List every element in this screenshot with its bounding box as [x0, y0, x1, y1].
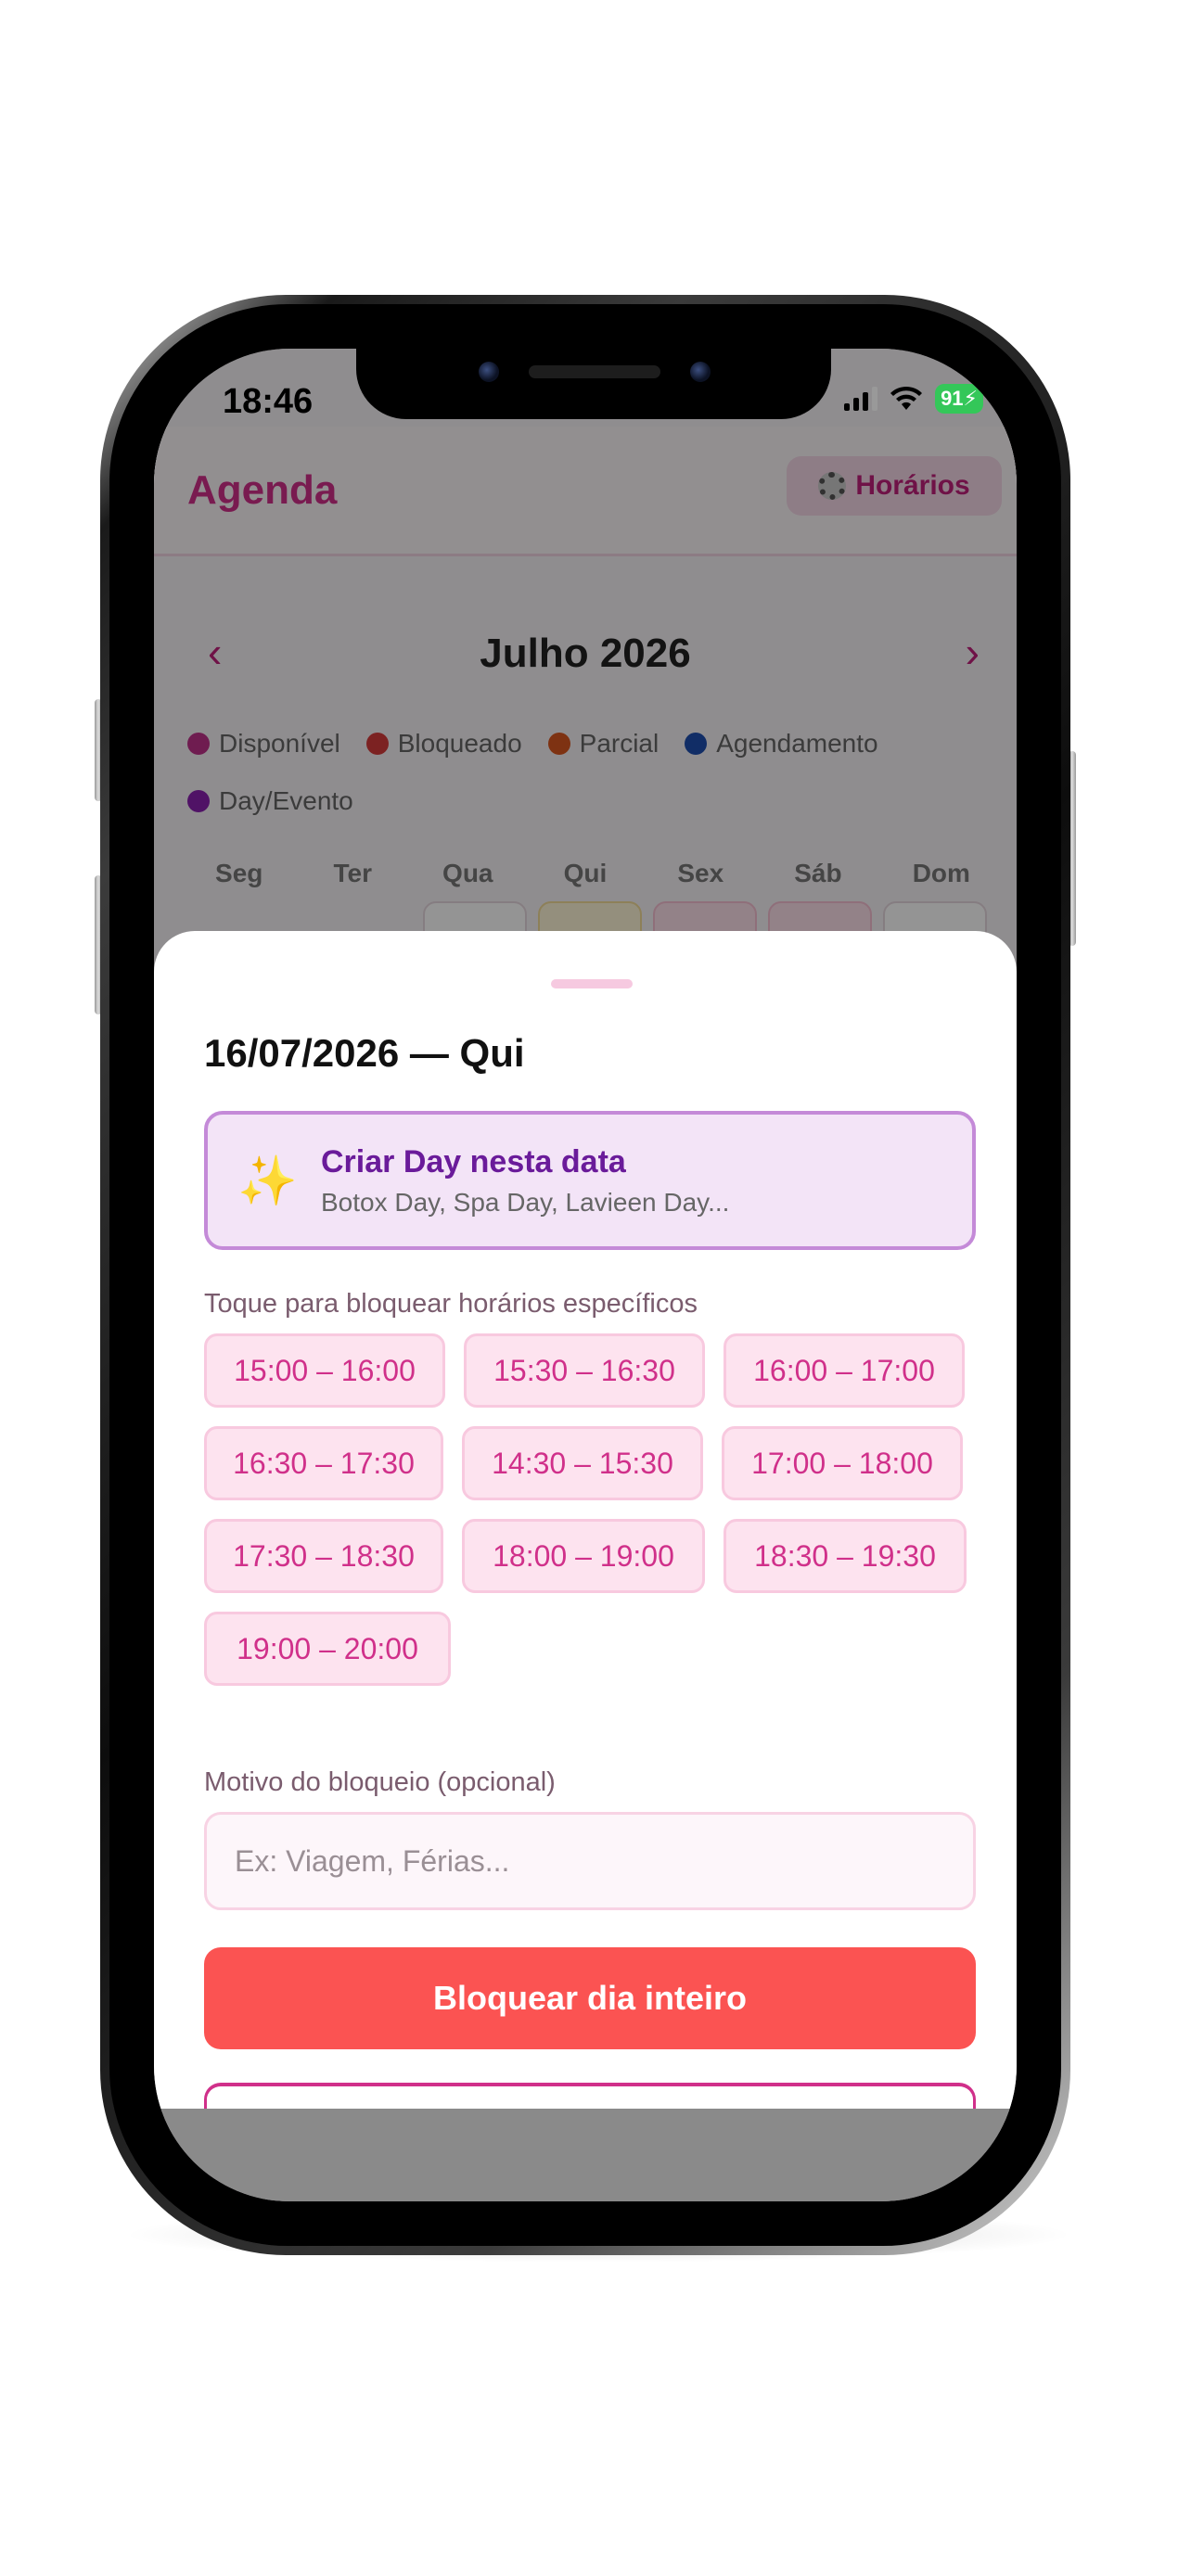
time-slot[interactable]: 19:00 – 20:00 — [204, 1612, 451, 1686]
camera-icon — [479, 362, 499, 382]
create-day-title: Criar Day nesta data — [321, 1143, 626, 1180]
create-day-text: Criar Day nesta data Botox Day, Spa Day,… — [321, 1144, 729, 1218]
time-slot[interactable]: 17:30 – 18:30 — [204, 1519, 443, 1593]
phone-screen: 18:46 91⚡ Agenda Horários ‹ Julho 2026 ›… — [154, 349, 1017, 2201]
page: 18:46 91⚡ Agenda Horários ‹ Julho 2026 ›… — [0, 0, 1191, 2576]
time-slot[interactable]: 15:30 – 16:30 — [464, 1333, 705, 1408]
notch — [356, 349, 831, 419]
phone-frame: 18:46 91⚡ Agenda Horários ‹ Julho 2026 ›… — [100, 295, 1070, 2255]
time-slot[interactable]: 16:30 – 17:30 — [204, 1426, 443, 1500]
time-slot[interactable]: 16:00 – 17:00 — [724, 1333, 965, 1408]
cellular-signal-icon — [844, 387, 878, 411]
time-slot[interactable]: 14:30 – 15:30 — [462, 1426, 703, 1500]
time-slot[interactable]: 18:00 – 19:00 — [462, 1519, 705, 1593]
sheet-grabber[interactable] — [551, 979, 633, 988]
sensor-icon — [690, 362, 711, 382]
battery-level: 91 — [941, 387, 964, 410]
reason-field[interactable] — [204, 1812, 976, 1910]
sparkles-icon: ✨ — [237, 1154, 298, 1208]
create-day-button[interactable]: ✨ Criar Day nesta data Botox Day, Spa Da… — [204, 1111, 976, 1250]
battery-indicator: 91⚡ — [935, 384, 983, 414]
secondary-button-edge[interactable] — [204, 2083, 976, 2109]
phone-bezel: 18:46 91⚡ Agenda Horários ‹ Julho 2026 ›… — [109, 304, 1061, 2246]
wifi-icon — [890, 386, 923, 410]
reason-input[interactable] — [235, 1843, 945, 1879]
charging-icon: ⚡ — [963, 387, 978, 410]
time-slot[interactable]: 17:00 – 18:00 — [722, 1426, 963, 1500]
status-icons: 91⚡ — [844, 384, 983, 414]
status-time: 18:46 — [223, 382, 314, 421]
day-detail-sheet: 16/07/2026 — Qui ✨ Criar Day nesta data … — [154, 931, 1017, 2109]
create-day-subtitle: Botox Day, Spa Day, Lavieen Day... — [321, 1187, 730, 1217]
time-slot[interactable]: 15:00 – 16:00 — [204, 1333, 445, 1408]
slots-label: Toque para bloquear horários específicos — [204, 1289, 698, 1319]
home-indicator-area — [154, 2109, 1017, 2201]
sheet-title: 16/07/2026 — Qui — [204, 1031, 525, 1075]
reason-label: Motivo do bloqueio (opcional) — [204, 1767, 556, 1797]
speaker — [529, 365, 660, 378]
block-whole-day-button[interactable]: Bloquear dia inteiro — [204, 1947, 976, 2049]
time-slot[interactable]: 18:30 – 19:30 — [724, 1519, 967, 1593]
